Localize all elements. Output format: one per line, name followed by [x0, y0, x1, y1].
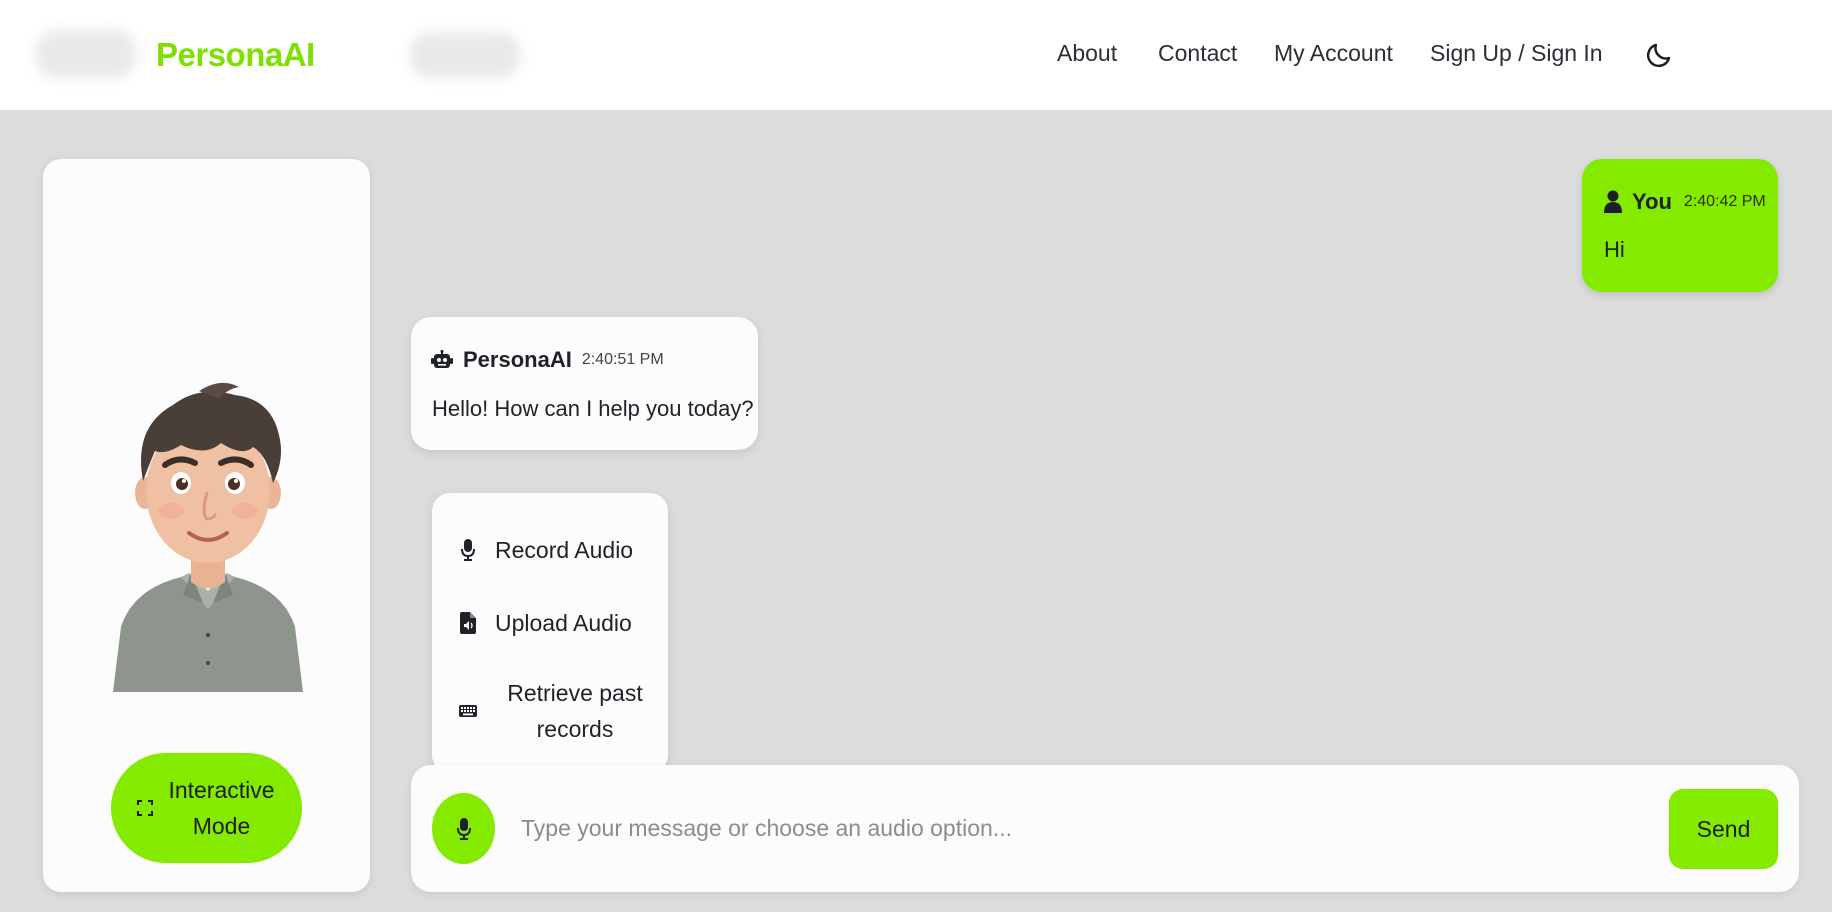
nav-about[interactable]: About: [1057, 40, 1117, 67]
brand-logo[interactable]: PersonaAI: [156, 36, 315, 74]
menu-item-retrieve-records[interactable]: Retrieve past records: [432, 671, 668, 751]
microphone-icon: [461, 539, 475, 561]
robot-icon: [431, 350, 453, 368]
persona-card: Interactive Mode: [43, 159, 370, 892]
user-message: You 2:40:42 PM Hi: [1582, 159, 1778, 292]
nav-contact[interactable]: Contact: [1158, 40, 1237, 67]
moon-icon[interactable]: [1644, 40, 1674, 70]
message-sender: You: [1632, 189, 1672, 214]
message-time: 2:40:42 PM: [1683, 193, 1766, 210]
bot-message: PersonaAI 2:40:51 PM Hello! How can I he…: [411, 317, 758, 450]
audio-options-menu: Record Audio Upload Audio Retrieve past …: [432, 493, 668, 773]
audio-file-icon: [460, 612, 476, 634]
message-sender: PersonaAI: [463, 347, 572, 372]
menu-item-label: Record Audio: [495, 536, 634, 563]
send-button[interactable]: Send: [1669, 789, 1778, 869]
menu-item-upload-audio[interactable]: Upload Audio: [432, 608, 668, 638]
nav-my-account[interactable]: My Account: [1274, 40, 1393, 67]
microphone-icon: [456, 817, 471, 840]
expand-icon: [136, 800, 153, 816]
blurred-logo-right: [410, 32, 520, 78]
nav-sign-in[interactable]: Sign Up / Sign In: [1430, 40, 1603, 67]
menu-item-label: Upload Audio: [495, 609, 632, 636]
message-input[interactable]: [521, 803, 1561, 853]
navbar: PersonaAI About Contact My Account Sign …: [0, 0, 1832, 110]
persona-avatar: [113, 382, 303, 692]
message-composer: Send: [411, 765, 1799, 892]
mic-button[interactable]: [432, 793, 495, 864]
blurred-logo-left: [36, 30, 136, 78]
interactive-mode-label: Interactive Mode: [168, 777, 275, 839]
message-text: Hi: [1604, 237, 1625, 262]
keyboard-icon: [459, 705, 477, 717]
interactive-mode-button[interactable]: Interactive Mode: [111, 753, 302, 863]
message-text: Hello! How can I help you today?: [432, 396, 754, 421]
user-icon: [1604, 190, 1622, 213]
menu-item-record-audio[interactable]: Record Audio: [432, 535, 668, 565]
menu-item-label: Retrieve past records: [507, 680, 643, 742]
message-time: 2:40:51 PM: [581, 351, 664, 368]
